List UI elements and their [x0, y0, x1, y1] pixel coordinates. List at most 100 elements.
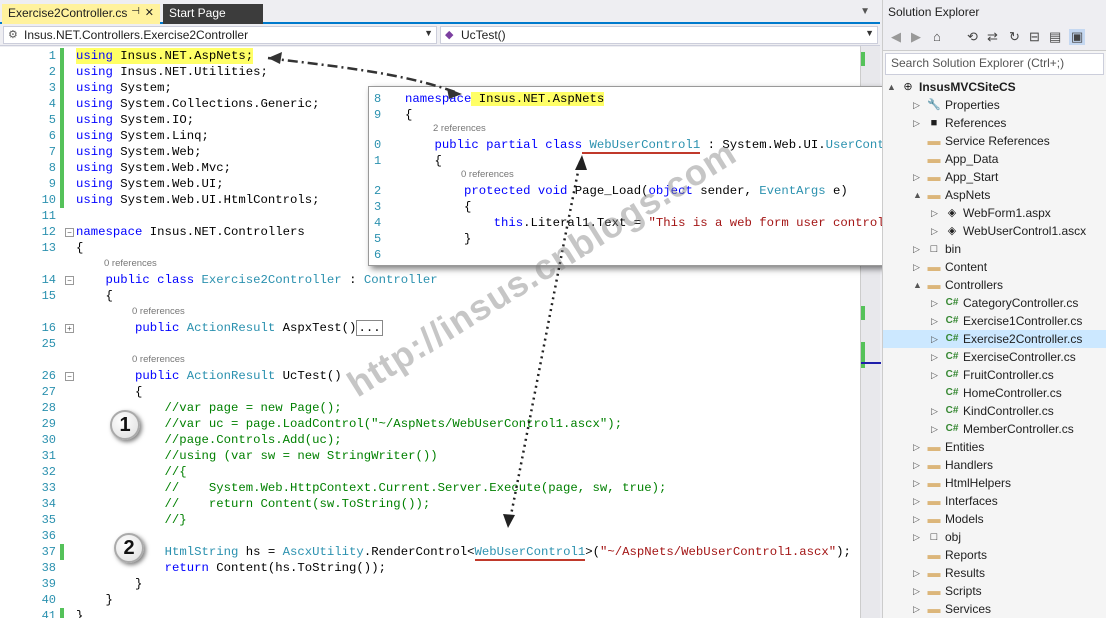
tree-item-label: Results	[945, 566, 986, 580]
tree-item[interactable]: ▷ C# Exercise1Controller.cs	[883, 312, 1106, 330]
tree-item[interactable]: ▷ C# FruitController.cs	[883, 366, 1106, 384]
code-line: 39 }	[0, 576, 860, 592]
change-indicator	[60, 544, 64, 560]
tree-item[interactable]: ▷ ▬ Results	[883, 564, 1106, 582]
close-icon[interactable]: ✕	[145, 6, 154, 19]
tree-item[interactable]: ▷ ▬ HtmlHelpers	[883, 474, 1106, 492]
codelens-references[interactable]: 0 references	[132, 306, 185, 318]
tree-item[interactable]: ▷ □ bin	[883, 240, 1106, 258]
expand-arrow-icon[interactable]: ▷	[931, 348, 941, 366]
back-icon[interactable]: ◀	[891, 29, 901, 45]
tree-item[interactable]: C# HomeController.cs	[883, 384, 1106, 402]
refresh-icon[interactable]: ↻	[1009, 29, 1020, 45]
expand-arrow-icon[interactable]: ▷	[913, 96, 923, 114]
code-token: ActionResult	[179, 369, 276, 383]
expand-arrow-icon[interactable]: ▷	[931, 402, 941, 420]
tree-item[interactable]: ▷ C# Exercise2Controller.cs	[883, 330, 1106, 348]
show-all-files-icon[interactable]: ▤	[1049, 29, 1061, 45]
history-icon[interactable]: ⟲	[967, 29, 978, 45]
codelens-references[interactable]: 2 references	[433, 123, 486, 135]
member-dropdown[interactable]: ◆ UcTest() ▼	[440, 26, 878, 44]
line-number: 16	[41, 321, 56, 335]
line-number: 6	[48, 129, 56, 143]
type-dropdown[interactable]: ⚙ Insus.NET.Controllers.Exercise2Controll…	[3, 26, 437, 44]
line-number: 27	[41, 385, 56, 399]
preview-icon[interactable]: ▣	[1069, 29, 1086, 45]
tree-item[interactable]: ▷ ▬ Content	[883, 258, 1106, 276]
codelens-references[interactable]: 0 references	[461, 169, 514, 181]
expand-arrow-icon[interactable]: ▷	[931, 312, 941, 330]
tree-item[interactable]: ▷ ▬ Models	[883, 510, 1106, 528]
expand-arrow-icon[interactable]: ▲	[913, 186, 923, 204]
line-number: 11	[41, 209, 56, 223]
sync-icon[interactable]: ⇄	[987, 29, 998, 45]
tree-item[interactable]: ▷ ▬ App_Start	[883, 168, 1106, 186]
tree-item[interactable]: ▷ □ obj	[883, 528, 1106, 546]
fold-toggle[interactable]: −	[65, 372, 74, 381]
codelens-references[interactable]: 0 references	[104, 258, 157, 270]
collapse-icon[interactable]: ⊟	[1029, 29, 1040, 45]
expand-arrow-icon[interactable]: ▷	[913, 582, 923, 600]
tree-item[interactable]: ▷ C# CategoryController.cs	[883, 294, 1106, 312]
tree-item[interactable]: ▷ ◈ WebForm1.aspx	[883, 204, 1106, 222]
tree-item[interactable]: ▷ ▬ Services	[883, 600, 1106, 618]
home-icon[interactable]: ⌂	[933, 29, 941, 44]
tree-item[interactable]: ▷ ▬ Entities	[883, 438, 1106, 456]
tree-item[interactable]: ▷ C# MemberController.cs	[883, 420, 1106, 438]
fold-toggle[interactable]: −	[65, 276, 74, 285]
tab-start-page[interactable]: Start Page	[163, 4, 263, 24]
expand-arrow-icon[interactable]: ▲	[887, 78, 897, 96]
tree-item[interactable]: ▷ ▬ Scripts	[883, 582, 1106, 600]
tab-exercise2controller[interactable]: Exercise2Controller.cs ✕ ⊣	[2, 4, 160, 24]
tree-item[interactable]: ▷ ■ References	[883, 114, 1106, 132]
expand-arrow-icon[interactable]: ▷	[913, 474, 923, 492]
tree-item[interactable]: ▷ ▬ Handlers	[883, 456, 1106, 474]
line-number: 8	[48, 161, 56, 175]
expand-arrow-icon[interactable]: ▷	[913, 258, 923, 276]
expand-arrow-icon[interactable]: ▷	[931, 222, 941, 240]
tree-item[interactable]: ▷ ◈ WebUserControl1.ascx	[883, 222, 1106, 240]
expand-arrow-icon[interactable]: ▷	[913, 510, 923, 528]
change-indicator	[60, 64, 64, 80]
fold-toggle[interactable]: +	[65, 324, 74, 333]
expand-arrow-icon[interactable]: ▷	[931, 366, 941, 384]
tree-item[interactable]: ▷ 🔧 Properties	[883, 96, 1106, 114]
tree-item[interactable]: ▬ Service References	[883, 132, 1106, 150]
expand-arrow-icon[interactable]: ▷	[913, 240, 923, 258]
tree-item[interactable]: ▷ ▬ Interfaces	[883, 492, 1106, 510]
tree-item-label: Exercise2Controller.cs	[963, 332, 1083, 346]
tab-overflow-icon[interactable]: ▼	[860, 6, 870, 17]
tree-item[interactable]: ▬ Reports	[883, 546, 1106, 564]
expand-arrow-icon[interactable]: ▷	[931, 294, 941, 312]
forward-icon[interactable]: ▶	[911, 29, 921, 45]
expand-arrow-icon[interactable]: ▷	[931, 330, 941, 348]
tree-item[interactable]: ▷ C# ExerciseController.cs	[883, 348, 1106, 366]
code-token: // return Content(sw.ToString());	[76, 497, 431, 511]
expand-arrow-icon[interactable]: ▷	[913, 564, 923, 582]
codelens-references[interactable]: 0 references	[132, 354, 185, 366]
expand-arrow-icon[interactable]: ▷	[913, 168, 923, 186]
solution-search-input[interactable]: Search Solution Explorer (Ctrl+;)	[885, 53, 1104, 75]
expand-arrow-icon[interactable]: ▷	[931, 204, 941, 222]
expand-arrow-icon[interactable]: ▷	[913, 114, 923, 132]
expand-arrow-icon[interactable]: ▲	[913, 276, 923, 294]
line-number: 6	[374, 248, 382, 262]
code-line: 32 //{	[0, 464, 860, 480]
tree-item[interactable]: ▲ ▬ Controllers	[883, 276, 1106, 294]
expand-arrow-icon[interactable]: ▷	[913, 456, 923, 474]
tree-item[interactable]: ▬ App_Data	[883, 150, 1106, 168]
tree-item[interactable]: ▲ ⊕ InsusMVCSiteCS	[883, 78, 1106, 96]
csharp-file-icon: C#	[945, 315, 959, 326]
folder-icon: ▬	[927, 259, 941, 274]
expand-arrow-icon[interactable]: ▷	[931, 420, 941, 438]
fold-toggle[interactable]: −	[65, 228, 74, 237]
expand-arrow-icon[interactable]: ▷	[913, 438, 923, 456]
expand-arrow-icon[interactable]: ▷	[913, 492, 923, 510]
tree-item[interactable]: ▷ C# KindController.cs	[883, 402, 1106, 420]
tree-item[interactable]: ▲ ▬ AspNets	[883, 186, 1106, 204]
pin-icon[interactable]: ⊣	[131, 6, 140, 17]
expand-arrow-icon[interactable]: ▷	[913, 600, 923, 618]
expand-arrow-icon[interactable]: ▷	[913, 528, 923, 546]
